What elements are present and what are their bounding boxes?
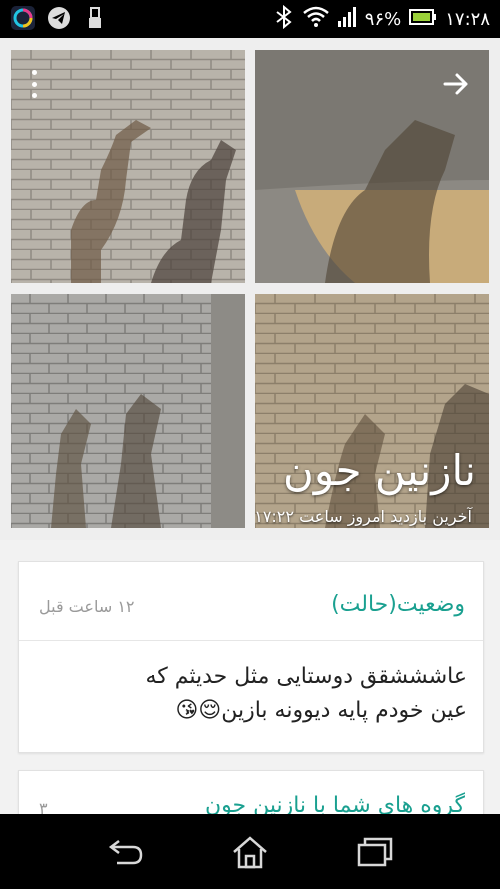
battery-icon <box>409 8 437 31</box>
battery-percent: ۹۶% <box>364 8 402 30</box>
status-text-line: عین خودم پایه دیوونه بازین😌😘 <box>37 694 467 728</box>
profile-photo-gallery: نازنین جون آخرین بازدید امروز ساعت ۱۷:۲۲ <box>0 38 500 540</box>
status-card: وضعیت(حالت) ۱۲ ساعت قبل عاشششقق دوستایی … <box>18 561 484 753</box>
recents-icon[interactable] <box>353 832 397 872</box>
status-title: وضعیت(حالت) <box>331 592 465 617</box>
home-icon[interactable] <box>228 832 272 872</box>
last-seen: آخرین بازدید امروز ساعت ۱۷:۲۲ <box>254 507 472 526</box>
wifi-icon <box>302 6 329 33</box>
back-icon[interactable] <box>103 832 147 872</box>
status-text-line: عاشششقق دوستایی مثل حدیثم که <box>145 664 467 689</box>
more-options-icon[interactable] <box>24 68 44 100</box>
app-icon <box>10 5 36 31</box>
status-text-part: عین خودم پایه دیوونه بازین <box>221 698 467 723</box>
telegram-icon <box>46 5 72 31</box>
profile-photo[interactable] <box>11 50 245 283</box>
navigation-bar <box>0 814 500 889</box>
status-time-ago: ۱۲ ساعت قبل <box>39 597 135 616</box>
usb-icon <box>82 5 108 31</box>
signal-icon <box>337 6 357 33</box>
emoji: 😌😘 <box>175 698 222 723</box>
status-card-header: وضعیت(حالت) ۱۲ ساعت قبل <box>19 562 483 641</box>
status-bar: ۹۶% ۱۷:۲۸ <box>0 0 500 38</box>
profile-name: نازنین جون <box>283 446 476 495</box>
status-text: عاشششقق دوستایی مثل حدیثم که عین خودم پا… <box>37 660 467 728</box>
back-arrow-icon[interactable] <box>440 68 472 100</box>
clock: ۱۷:۲۸ <box>445 8 490 30</box>
bluetooth-icon <box>273 4 295 34</box>
profile-photo[interactable] <box>11 294 245 528</box>
